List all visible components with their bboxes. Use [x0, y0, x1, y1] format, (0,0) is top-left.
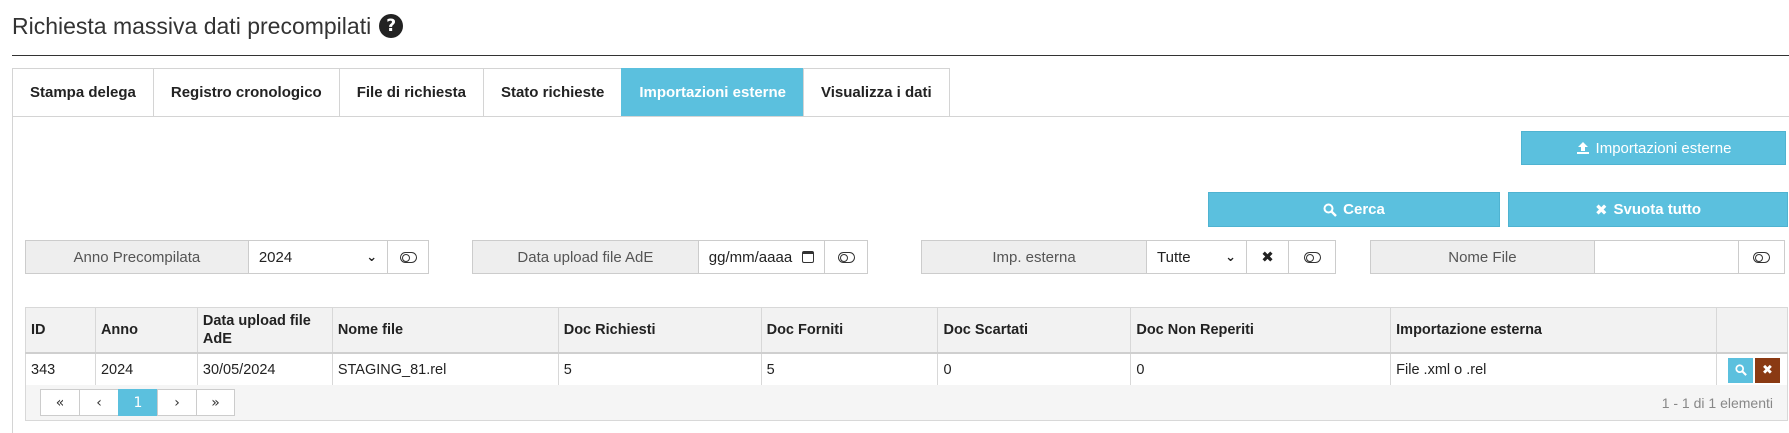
cell-doc-forniti: 5: [760, 352, 939, 388]
filter-anno: Anno Precompilata 2024 ⌄: [25, 240, 429, 274]
filter-imp-esterna: Imp. esterna Tutte ⌄ ✖: [921, 240, 1336, 274]
toggle-icon: [399, 251, 417, 263]
help-icon[interactable]: ?: [379, 14, 404, 38]
column-header[interactable]: Doc Scartati: [937, 307, 1132, 354]
filter-data-upload: Data upload file AdE gg/mm/aaaa: [472, 240, 868, 274]
cell-doc-richiesti: 5: [557, 352, 762, 388]
cell-doc-non-reperiti: 0: [1130, 352, 1392, 388]
delete-row-button[interactable]: ✖: [1755, 357, 1780, 383]
filter-anno-select[interactable]: 2024 ⌄: [249, 241, 389, 273]
cell-row-actions: ✖: [1715, 352, 1789, 388]
search-icon: [1734, 364, 1747, 377]
search-icon: [1323, 203, 1337, 217]
search-button[interactable]: Cerca: [1208, 192, 1500, 227]
clear-all-button[interactable]: ✖ Svuota tutto: [1508, 192, 1788, 227]
filter-anno-label: Anno Precompilata: [26, 241, 249, 273]
table-row[interactable]: 343 2024 30/05/2024 STAGING_81.rel 5 5 0…: [25, 352, 1789, 388]
search-label: Cerca: [1343, 201, 1385, 218]
filter-nome-file: Nome File: [1370, 240, 1785, 274]
current-page-button[interactable]: 1: [118, 389, 157, 416]
tab-stato-richieste[interactable]: Stato richieste: [482, 68, 622, 117]
filter-nome-file-input[interactable]: [1595, 241, 1740, 273]
toggle-icon: [1753, 251, 1771, 263]
column-header[interactable]: Nome file: [331, 307, 559, 354]
filter-imp-esterna-select[interactable]: Tutte ⌄: [1147, 241, 1247, 273]
view-row-button[interactable]: [1728, 357, 1753, 383]
actions-column-header: [1715, 307, 1789, 354]
next-page-button[interactable]: ›: [157, 389, 196, 416]
filter-imp-esterna-value: Tutte: [1157, 248, 1191, 266]
title-divider: [12, 55, 1789, 56]
first-page-button[interactable]: «: [40, 389, 79, 416]
page-title: Richiesta massiva dati precompilati: [12, 12, 372, 39]
table-header-row: ID Anno Data upload file AdE Nome file D…: [25, 307, 1789, 354]
page-title-bar: Richiesta massiva dati precompilati ?: [12, 8, 404, 44]
import-external-label: Importazioni esterne: [1595, 139, 1732, 157]
chevron-down-icon: ⌄: [1225, 249, 1236, 265]
prev-page-button[interactable]: ‹: [79, 389, 118, 416]
tab-visualizza-i-dati[interactable]: Visualizza i dati: [803, 68, 950, 117]
close-icon: ✖: [1594, 200, 1608, 219]
column-header[interactable]: Doc Non Reperiti: [1130, 307, 1392, 354]
column-header[interactable]: Importazione esterna: [1390, 307, 1717, 354]
close-icon: ✖: [1762, 362, 1773, 378]
column-header[interactable]: Doc Forniti: [760, 307, 939, 354]
column-header[interactable]: Data upload file AdE: [196, 307, 333, 354]
tab-bar: Stampa delega Registro cronologico File …: [12, 68, 950, 117]
toggle-icon: [1303, 251, 1321, 263]
tab-importazioni-esterne[interactable]: Importazioni esterne: [621, 68, 804, 117]
clear-all-label: Svuota tutto: [1613, 201, 1702, 218]
cell-doc-scartati: 0: [937, 352, 1132, 388]
cell-data-upload: 30/05/2024: [196, 352, 333, 388]
filter-data-upload-label: Data upload file AdE: [473, 241, 699, 273]
results-table: ID Anno Data upload file AdE Nome file D…: [25, 307, 1789, 388]
toggle-icon: [837, 251, 855, 263]
close-icon: ✖: [1261, 248, 1274, 266]
tab-file-di-richiesta[interactable]: File di richiesta: [338, 68, 483, 117]
date-placeholder: gg/mm/aaaa: [708, 248, 793, 266]
cell-anno: 2024: [94, 352, 198, 388]
column-header[interactable]: Anno: [94, 307, 198, 354]
cell-nome-file: STAGING_81.rel: [331, 352, 559, 388]
import-external-button[interactable]: Importazioni esterne: [1521, 131, 1786, 165]
filter-anno-value: 2024: [258, 248, 293, 266]
filter-data-upload-input[interactable]: gg/mm/aaaa: [699, 241, 826, 273]
tab-stampa-delega[interactable]: Stampa delega: [12, 68, 153, 117]
upload-icon: [1576, 142, 1589, 154]
cell-importazione-esterna: File .xml o .rel: [1390, 352, 1717, 388]
filter-nome-file-toggle[interactable]: [1739, 241, 1784, 273]
filter-imp-esterna-toggle[interactable]: [1289, 241, 1335, 273]
tab-registro-cronologico[interactable]: Registro cronologico: [152, 68, 339, 117]
chevron-down-icon: ⌄: [366, 249, 378, 265]
filter-anno-toggle[interactable]: [388, 241, 428, 273]
filter-imp-esterna-label: Imp. esterna: [922, 241, 1147, 273]
pagination-bar: « ‹ 1 › » 1 - 1 di 1 elementi: [25, 385, 1788, 421]
pagination-info: 1 - 1 di 1 elementi: [1661, 394, 1773, 411]
column-header[interactable]: Doc Richiesti: [557, 307, 762, 354]
last-page-button[interactable]: »: [196, 389, 235, 416]
pagination: « ‹ 1 › »: [40, 389, 235, 416]
calendar-icon: [802, 251, 815, 263]
column-header[interactable]: ID: [25, 307, 96, 354]
cell-id: 343: [25, 352, 96, 388]
filter-data-upload-toggle[interactable]: [825, 241, 867, 273]
filter-imp-esterna-clear[interactable]: ✖: [1247, 241, 1289, 273]
filter-nome-file-label: Nome File: [1371, 241, 1595, 273]
